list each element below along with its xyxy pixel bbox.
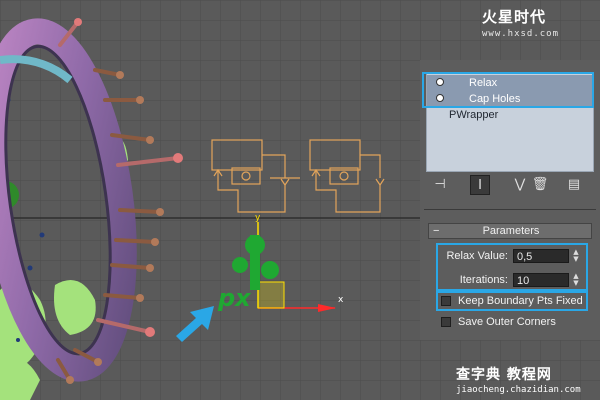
save-outer-corners-label: Save Outer Corners bbox=[458, 316, 556, 328]
show-end-result-icon[interactable]: I bbox=[470, 175, 490, 195]
stack-item-relax[interactable]: Relax bbox=[427, 75, 593, 91]
stack-item-label: PWrapper bbox=[449, 109, 499, 121]
keep-boundary-label: Keep Boundary Pts Fixed bbox=[458, 295, 583, 307]
modifier-stack-list[interactable]: Relax Cap Holes PWrapper bbox=[426, 72, 594, 172]
iterations-label: Iterations: bbox=[459, 274, 508, 286]
relax-value-field[interactable]: 0,5 bbox=[513, 249, 569, 263]
keep-boundary-row[interactable]: Keep Boundary Pts Fixed bbox=[441, 293, 586, 309]
axis-x-label: x bbox=[338, 295, 344, 305]
iterations-spinner[interactable]: ▲ ▼ bbox=[571, 273, 581, 287]
save-outer-corners-row[interactable]: Save Outer Corners bbox=[441, 314, 586, 330]
relax-value-spinner[interactable]: ▲ ▼ bbox=[571, 249, 581, 263]
watermark-bottom-url: jiaocheng.chazidian.com bbox=[456, 385, 581, 395]
remove-modifier-icon[interactable]: 🗑 bbox=[530, 175, 550, 195]
make-unique-icon[interactable]: ⋁ bbox=[510, 175, 530, 195]
stack-item-cap-holes[interactable]: Cap Holes bbox=[427, 91, 593, 107]
relax-value-label: Relax Value: bbox=[446, 250, 508, 262]
lightbulb-icon[interactable] bbox=[436, 78, 444, 86]
watermark-top-url: www.hxsd.com bbox=[482, 29, 560, 39]
save-outer-corners-checkbox[interactable] bbox=[441, 317, 451, 327]
stack-item-pwrapper[interactable]: PWrapper bbox=[427, 107, 593, 123]
iterations-field[interactable]: 10 bbox=[513, 273, 569, 287]
stack-item-label: Cap Holes bbox=[469, 93, 521, 105]
lightbulb-icon[interactable] bbox=[436, 94, 444, 102]
relax-value-row: Relax Value: bbox=[430, 248, 508, 264]
configure-modifier-sets-icon[interactable]: ▤ bbox=[564, 175, 584, 195]
keep-boundary-checkbox[interactable] bbox=[441, 296, 451, 306]
svg-text:px: px bbox=[217, 284, 252, 312]
watermark-logo-top: 火星时代 www.hxsd.com bbox=[482, 6, 592, 40]
iterations-row: Iterations: bbox=[430, 272, 508, 288]
axis-y-label: y bbox=[255, 213, 261, 223]
pin-stack-icon[interactable]: ⊣ bbox=[430, 175, 450, 195]
modifier-stack-toolbar: ⊣ I ⋁ 🗑 ▤ bbox=[426, 175, 592, 195]
watermark-top-logo: 火星时代 bbox=[482, 8, 547, 26]
watermark-logo-bottom: 查字典 教程网 jiaocheng.chazidian.com bbox=[456, 364, 586, 398]
max-workspace: y x px 火星时代 www.hxsd.com Relax Cap Holes bbox=[0, 0, 600, 400]
stack-item-label: Relax bbox=[469, 77, 498, 89]
watermark-bottom-logo: 查字典 教程网 bbox=[456, 367, 552, 383]
panel-divider bbox=[424, 209, 596, 210]
rollout-title: Parameters bbox=[482, 225, 540, 237]
parameters-rollout-header[interactable]: − Parameters bbox=[428, 223, 592, 239]
